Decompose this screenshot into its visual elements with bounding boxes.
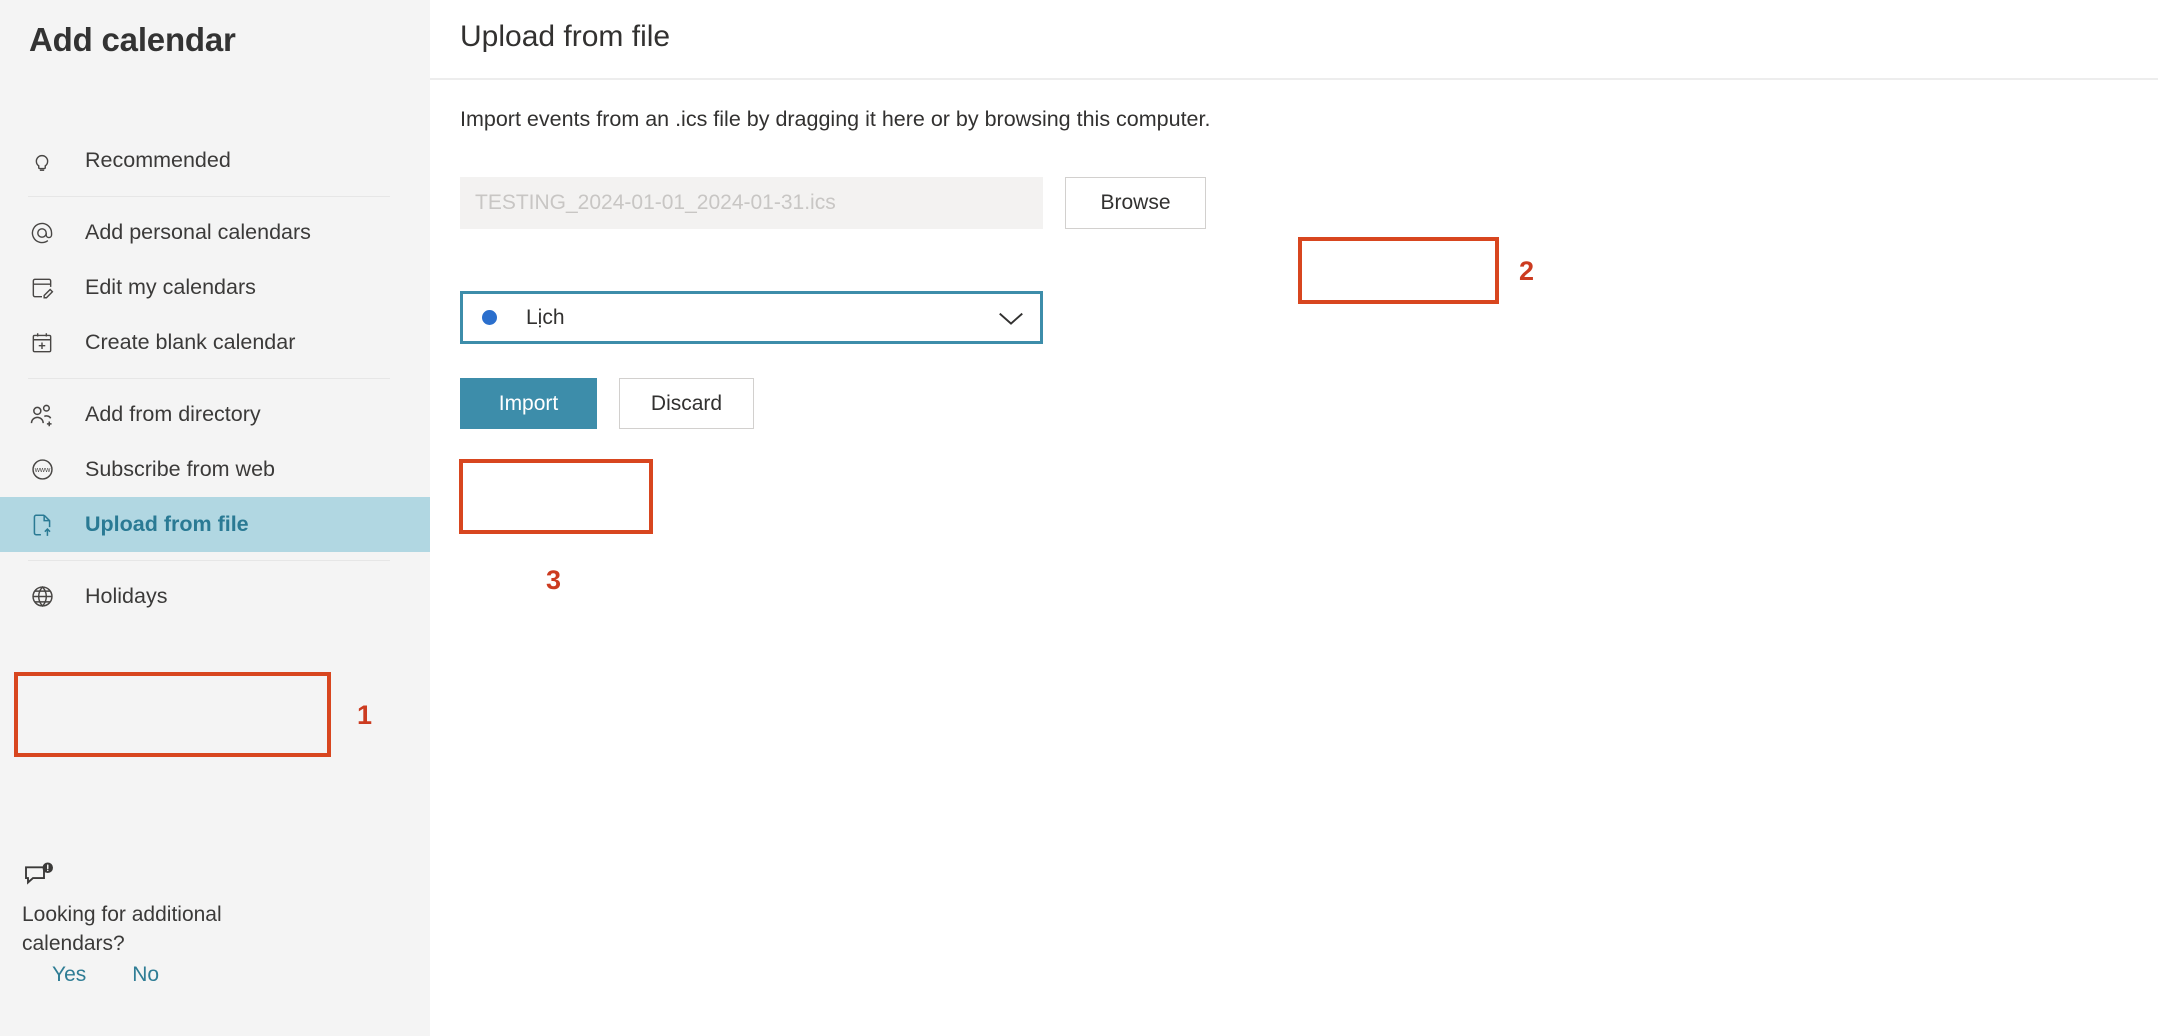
sidebar: Add calendar Recommended — [0, 0, 430, 1036]
file-upload-icon — [27, 510, 57, 540]
sidebar-item-add-from-directory[interactable]: Add from directory — [0, 387, 430, 442]
sidebar-item-create-blank-calendar[interactable]: Create blank calendar — [0, 315, 430, 370]
main-title: Upload from file — [460, 20, 670, 54]
feedback-no-link[interactable]: No — [132, 963, 159, 987]
add-calendar-dialog: Add calendar Recommended — [0, 0, 2158, 1036]
calendar-select-dropdown[interactable]: Lịch — [460, 291, 1043, 344]
sidebar-divider — [28, 378, 390, 379]
sidebar-item-holidays[interactable]: Holidays — [0, 569, 430, 624]
main-header: Upload from file — [430, 0, 2158, 80]
feedback-bubble-icon — [22, 862, 362, 897]
sidebar-item-label: Create blank calendar — [85, 330, 295, 355]
calendar-color-dot — [482, 310, 497, 325]
upload-description: Import events from an .ics file by dragg… — [460, 107, 1210, 132]
at-sign-icon — [27, 218, 57, 248]
www-globe-icon: www — [27, 455, 57, 485]
people-add-icon — [27, 400, 57, 430]
sidebar-item-label: Add from directory — [85, 402, 261, 427]
sidebar-item-label: Subscribe from web — [85, 457, 275, 482]
import-button-wrap: Import — [460, 378, 597, 429]
calendar-edit-icon — [27, 273, 57, 303]
sidebar-nav: Recommended Add personal calendars — [0, 133, 430, 624]
sidebar-item-label: Holidays — [85, 584, 167, 609]
sidebar-item-recommended[interactable]: Recommended — [0, 133, 430, 188]
sidebar-item-label: Edit my calendars — [85, 275, 256, 300]
sidebar-item-upload-from-file[interactable]: Upload from file — [0, 497, 430, 552]
sidebar-item-label: Recommended — [85, 148, 231, 173]
file-name-input[interactable]: TESTING_2024-01-01_2024-01-31.ics — [460, 177, 1043, 229]
browse-button[interactable]: Browse — [1065, 177, 1206, 229]
sidebar-divider — [28, 560, 390, 561]
page-title: Add calendar — [29, 21, 236, 59]
globe-icon — [27, 582, 57, 612]
sidebar-item-subscribe-from-web[interactable]: www Subscribe from web — [0, 442, 430, 497]
main-panel: Upload from file Import events from an .… — [430, 0, 2158, 1036]
browse-button-wrap: Browse — [1065, 177, 1206, 229]
sidebar-item-edit-my-calendars[interactable]: Edit my calendars — [0, 260, 430, 315]
chevron-down-icon[interactable] — [996, 308, 1026, 328]
svg-text:www: www — [33, 465, 50, 474]
lightbulb-icon — [27, 146, 57, 176]
file-row: TESTING_2024-01-01_2024-01-31.ics Browse — [460, 177, 1206, 229]
import-button[interactable]: Import — [460, 378, 597, 429]
feedback-prompt: Looking for additional calendars? Yes No — [22, 862, 362, 987]
feedback-text: Looking for additional calendars? — [22, 901, 277, 959]
discard-button[interactable]: Discard — [619, 378, 754, 429]
feedback-yes-link[interactable]: Yes — [52, 963, 86, 987]
feedback-actions: Yes No — [22, 963, 362, 987]
sidebar-divider — [28, 196, 390, 197]
sidebar-item-label: Add personal calendars — [85, 220, 311, 245]
calendar-plus-icon — [27, 328, 57, 358]
sidebar-item-label: Upload from file — [85, 512, 249, 537]
sidebar-item-add-personal-calendars[interactable]: Add personal calendars — [0, 205, 430, 260]
calendar-select-value: Lịch — [526, 306, 996, 330]
action-row: Import Discard — [460, 378, 754, 429]
